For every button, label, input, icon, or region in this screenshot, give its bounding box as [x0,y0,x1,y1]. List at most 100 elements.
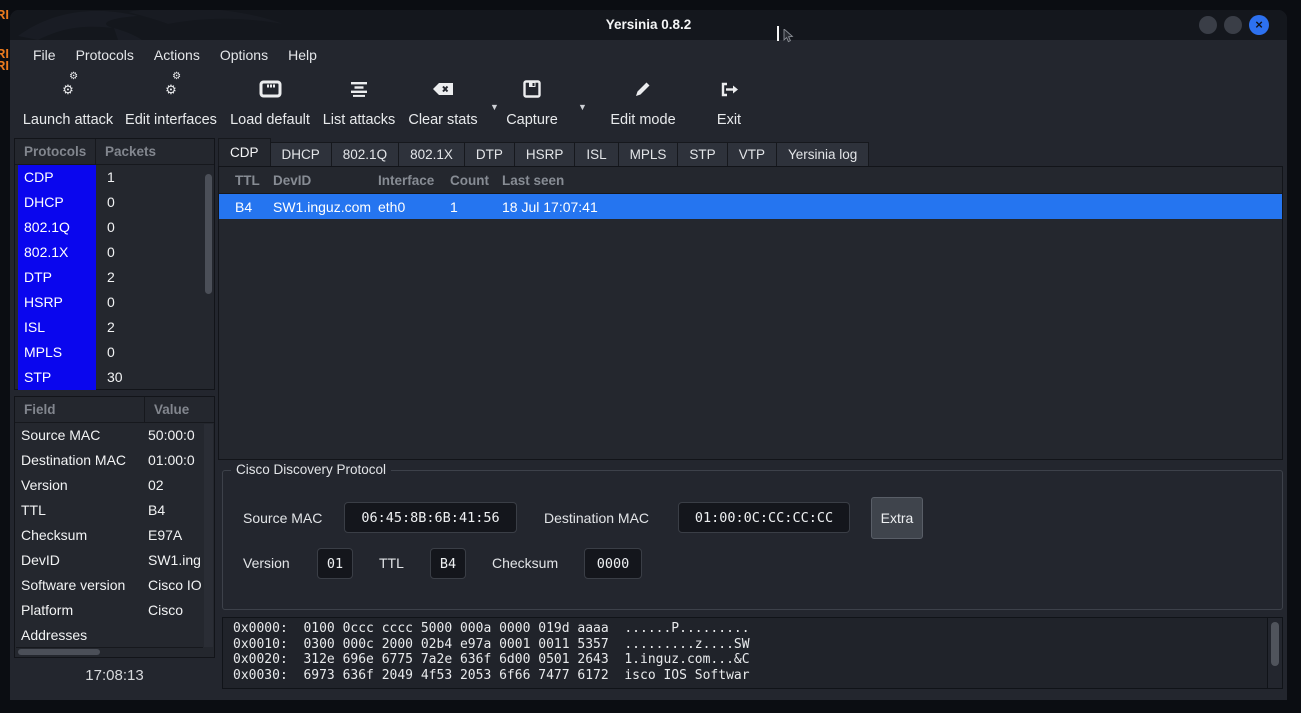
tab-mpls[interactable]: MPLS [618,142,679,166]
fields-v-scrollbar[interactable] [204,424,213,647]
mouse-pointer [783,29,794,43]
protocol-row-isl[interactable]: ISL 2 [15,315,214,340]
clear-backspace-icon [433,78,454,100]
cdp-form-frame: Cisco Discovery Protocol Source MAC Dest… [222,470,1283,610]
col-header-ttl[interactable]: TTL [235,173,273,188]
col-header-count[interactable]: Count [450,173,502,188]
desktop-text-fragment: RI [0,59,10,72]
protocol-row-stp[interactable]: STP 30 [15,365,214,390]
list-attacks-button[interactable]: List attacks [316,75,402,128]
field-row-devid[interactable]: DevID SW1.ing [15,548,214,573]
version-input[interactable] [317,548,353,579]
protocol-row-8021x[interactable]: 802.1X 0 [15,240,214,265]
clear-stats-button[interactable]: Clear stats [402,75,484,128]
menu-actions[interactable]: Actions [154,47,200,63]
text-cursor [777,26,779,41]
hexdump-line: 0x0030: 6973 636f 2049 4f53 2053 6f66 74… [233,668,1282,684]
scrollbar-thumb[interactable] [1271,622,1279,666]
capture-button[interactable]: Capture [504,75,560,128]
col-header-protocols[interactable]: Protocols [15,139,96,164]
tab-yersinia-log[interactable]: Yersinia log [776,142,869,166]
tab-dhcp[interactable]: DHCP [270,142,332,166]
field-row-software-version[interactable]: Software version Cisco IO [15,573,214,598]
minimize-button[interactable] [1199,16,1217,34]
field-row-ttl[interactable]: TTL B4 [15,498,214,523]
protocols-scrollbar[interactable] [204,166,213,388]
list-icon [350,78,368,100]
pencil-icon [634,78,652,100]
col-header-devid[interactable]: DevID [273,173,378,188]
exit-button[interactable]: Exit [704,75,754,128]
clear-stats-dropdown-arrow[interactable]: ▼ [490,102,499,112]
field-row-destination-mac[interactable]: Destination MAC 01:00:0 [15,448,214,473]
protocol-row-hsrp[interactable]: HSRP 0 [15,290,214,315]
field-row-checksum[interactable]: Checksum E97A [15,523,214,548]
destination-mac-input[interactable] [678,502,850,533]
capture-dropdown-arrow[interactable]: ▼ [578,102,587,112]
tab-hsrp[interactable]: HSRP [514,142,576,166]
scrollbar-thumb[interactable] [205,174,212,294]
load-default-button[interactable]: Load default [222,75,318,128]
launch-attack-button[interactable]: ⚙⚙ Launch attack [18,75,118,128]
gears-icon: ⚙⚙ [62,78,74,100]
source-mac-label: Source MAC [243,503,322,533]
gears-icon: ⚙⚙ [165,78,177,100]
fields-h-scrollbar[interactable] [16,647,203,656]
tab-cdp[interactable]: CDP [218,138,271,166]
checksum-input[interactable] [584,548,642,579]
menu-help[interactable]: Help [288,47,317,63]
field-value-panel: Field Value Source MAC 50:00:0 Destinati… [14,396,215,658]
menu-options[interactable]: Options [220,47,268,63]
packet-row-selected[interactable]: B4 SW1.inguz.com eth0 1 18 Jul 17:07:41 [219,194,1282,219]
ttl-input[interactable] [430,548,466,579]
menubar: File Protocols Actions Options Help [10,40,1287,70]
protocol-row-cdp[interactable]: CDP 1 [15,165,214,190]
scrollbar-thumb[interactable] [18,649,100,655]
col-header-value[interactable]: Value [145,397,189,422]
protocol-tabs: CDP DHCP 802.1Q 802.1X DTP HSRP ISL MPLS… [218,138,1283,166]
fields-table-header[interactable]: Field Value [15,397,214,423]
tab-vtp[interactable]: VTP [727,142,777,166]
titlebar[interactable]: Yersinia 0.8.2 × [10,10,1287,40]
edit-mode-button[interactable]: Edit mode [604,75,682,128]
desktop-text-fragment: RI [0,8,10,21]
protocol-row-8021q[interactable]: 802.1Q 0 [15,215,214,240]
network-port-icon [259,78,282,100]
field-row-addresses[interactable]: Addresses [15,623,214,648]
hexdump-line: 0x0010: 0300 000c 2000 02b4 e97a 0001 00… [233,637,1282,653]
field-row-platform[interactable]: Platform Cisco [15,598,214,623]
hexdump-text: 0x0000: 0100 0ccc cccc 5000 000a 0000 01… [223,618,1282,683]
close-button[interactable]: × [1249,15,1269,35]
protocols-table-header[interactable]: Protocols Packets [15,139,214,165]
tab-8021x[interactable]: 802.1X [398,142,465,166]
col-header-field[interactable]: Field [15,397,145,422]
frame-title: Cisco Discovery Protocol [231,462,391,477]
edit-interfaces-button[interactable]: ⚙⚙ Edit interfaces [121,75,221,128]
hexdump-panel[interactable]: 0x0000: 0100 0ccc cccc 5000 000a 0000 01… [222,617,1283,689]
version-label: Version [243,548,290,578]
source-mac-input[interactable] [344,502,517,533]
menu-protocols[interactable]: Protocols [76,47,134,63]
protocol-row-mpls[interactable]: MPLS 0 [15,340,214,365]
protocol-row-dhcp[interactable]: DHCP 0 [15,190,214,215]
col-header-interface[interactable]: Interface [378,173,450,188]
captured-packets-panel: TTL DevID Interface Count Last seen B4 S… [218,166,1283,460]
field-row-source-mac[interactable]: Source MAC 50:00:0 [15,423,214,448]
packets-table-header[interactable]: TTL DevID Interface Count Last seen [219,167,1282,194]
tab-isl[interactable]: ISL [574,142,618,166]
protocol-row-dtp[interactable]: DTP 2 [15,265,214,290]
field-row-version[interactable]: Version 02 [15,473,214,498]
floppy-save-icon [523,78,541,100]
menu-file[interactable]: File [33,47,56,63]
extra-button[interactable]: Extra [871,497,923,539]
tab-dtp[interactable]: DTP [464,142,515,166]
maximize-button[interactable] [1224,16,1242,34]
tab-stp[interactable]: STP [677,142,727,166]
col-header-packets[interactable]: Packets [96,139,156,164]
tab-8021q[interactable]: 802.1Q [331,142,399,166]
col-header-last-seen[interactable]: Last seen [502,173,1282,188]
hexdump-line: 0x0000: 0100 0ccc cccc 5000 000a 0000 01… [233,621,1282,637]
yersinia-window: Yersinia 0.8.2 × File Protocols Actions … [10,10,1287,700]
hexdump-scrollbar[interactable] [1267,618,1282,688]
hexdump-line: 0x0020: 312e 696e 6775 7a2e 636f 6d00 05… [233,652,1282,668]
